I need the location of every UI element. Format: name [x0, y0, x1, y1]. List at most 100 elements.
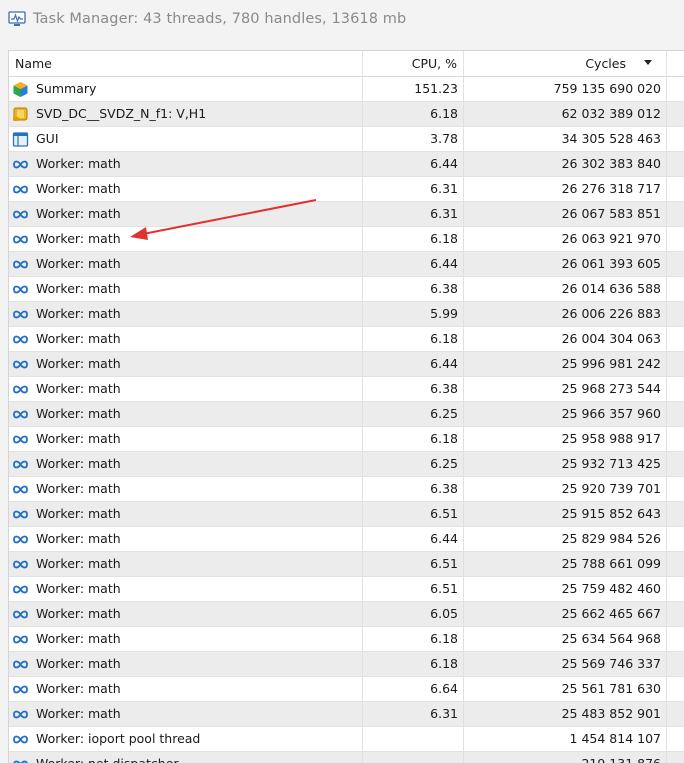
- cell-cycles: 25 996 981 242: [464, 352, 667, 376]
- table-row[interactable]: Worker: math 6.25 25 966 357 960: [9, 402, 684, 427]
- table-row[interactable]: Worker: math 6.51 25 788 661 099: [9, 552, 684, 577]
- table-row[interactable]: Worker: math 6.44 25 829 984 526: [9, 527, 684, 552]
- cell-overflow: [667, 102, 684, 126]
- table-row[interactable]: Worker: math 6.44 26 302 383 840: [9, 152, 684, 177]
- table-row[interactable]: GUI 3.78 34 305 528 463: [9, 127, 684, 152]
- cell-cycles: 25 634 564 968: [464, 627, 667, 651]
- table-row[interactable]: Worker: math 6.31 25 483 852 901: [9, 702, 684, 727]
- table-row[interactable]: Worker: math 6.38 25 920 739 701: [9, 477, 684, 502]
- cell-overflow: [667, 302, 684, 326]
- cell-cycles: 25 759 482 460: [464, 577, 667, 601]
- table-row[interactable]: Worker: math 6.31 26 067 583 851: [9, 202, 684, 227]
- cell-cycles: 25 958 988 917: [464, 427, 667, 451]
- table-row[interactable]: Worker: math 6.44 25 996 981 242: [9, 352, 684, 377]
- cell-name: Worker: math: [9, 452, 363, 476]
- table-row[interactable]: Worker: math 6.18 25 634 564 968: [9, 627, 684, 652]
- cell-cpu: 6.31: [363, 202, 464, 226]
- table-row[interactable]: Worker: math 6.25 25 932 713 425: [9, 452, 684, 477]
- infinity-icon: [12, 581, 29, 598]
- thread-name: Worker: math: [36, 481, 121, 496]
- table-row[interactable]: Worker: math 6.18 25 958 988 917: [9, 427, 684, 452]
- cell-overflow: [667, 252, 684, 276]
- thread-name: Worker: math: [36, 431, 121, 446]
- column-header-name[interactable]: Name: [9, 51, 363, 76]
- table-row[interactable]: Worker: math 6.38 26 014 636 588: [9, 277, 684, 302]
- cell-cycles: 25 483 852 901: [464, 702, 667, 726]
- infinity-icon: [12, 306, 29, 323]
- cell-name: Worker: math: [9, 552, 363, 576]
- cell-cycles: 1 454 814 107: [464, 727, 667, 751]
- cell-name: Worker: math: [9, 502, 363, 526]
- table-row[interactable]: Worker: math 5.99 26 006 226 883: [9, 302, 684, 327]
- cell-cpu: 6.31: [363, 702, 464, 726]
- cell-name: Worker: math: [9, 677, 363, 701]
- cell-overflow: [667, 477, 684, 501]
- cell-cycles: 26 014 636 588: [464, 277, 667, 301]
- column-header-cpu[interactable]: CPU, %: [363, 51, 464, 76]
- cell-cpu: 6.18: [363, 427, 464, 451]
- table-row[interactable]: Worker: math 6.31 26 276 318 717: [9, 177, 684, 202]
- cell-name: Worker: math: [9, 602, 363, 626]
- table-header: Name CPU, % Cycles: [9, 51, 684, 77]
- thread-name: Worker: net dispatcher: [36, 756, 179, 763]
- table-row[interactable]: Worker: net dispatcher 219 131 876: [9, 752, 684, 763]
- infinity-icon: [12, 181, 29, 198]
- thread-name: Worker: math: [36, 406, 121, 421]
- thread-name: Worker: math: [36, 281, 121, 296]
- thread-name: Worker: math: [36, 206, 121, 221]
- window-icon: [12, 131, 29, 148]
- table-row[interactable]: Worker: ioport pool thread 1 454 814 107: [9, 727, 684, 752]
- cell-cpu: 6.64: [363, 677, 464, 701]
- thread-name: Worker: math: [36, 306, 121, 321]
- table-row[interactable]: Worker: math 6.18 26 004 304 063: [9, 327, 684, 352]
- table-row[interactable]: Worker: math 6.64 25 561 781 630: [9, 677, 684, 702]
- infinity-icon: [12, 406, 29, 423]
- cell-cycles: 25 561 781 630: [464, 677, 667, 701]
- cell-cpu: 6.25: [363, 402, 464, 426]
- cell-cpu: 6.38: [363, 277, 464, 301]
- cell-name: Worker: math: [9, 702, 363, 726]
- table-row[interactable]: Worker: math 6.44 26 061 393 605: [9, 252, 684, 277]
- cell-name: Worker: math: [9, 327, 363, 351]
- table-row[interactable]: Worker: math 6.51 25 915 852 643: [9, 502, 684, 527]
- cell-name: GUI: [9, 127, 363, 151]
- table-row[interactable]: Worker: math 6.38 25 968 273 544: [9, 377, 684, 402]
- thread-name: Worker: math: [36, 381, 121, 396]
- cell-name: SVD_DC__SVDZ_N_f1: V,H1: [9, 102, 363, 126]
- table-row[interactable]: Worker: math 6.05 25 662 465 667: [9, 602, 684, 627]
- cell-overflow: [667, 502, 684, 526]
- cell-cpu: 6.31: [363, 177, 464, 201]
- cell-name: Worker: math: [9, 427, 363, 451]
- cell-cpu: 6.38: [363, 377, 464, 401]
- cell-cpu: 6.18: [363, 652, 464, 676]
- cell-overflow: [667, 402, 684, 426]
- cell-cpu: 6.44: [363, 252, 464, 276]
- infinity-icon: [12, 731, 29, 748]
- cell-cpu: 6.18: [363, 227, 464, 251]
- cell-overflow: [667, 152, 684, 176]
- thread-table[interactable]: Name CPU, % Cycles Summary 151.23 759 135 …: [8, 50, 684, 763]
- table-row[interactable]: SVD_DC__SVDZ_N_f1: V,H1 6.18 62 032 389 01…: [9, 102, 684, 127]
- table-row[interactable]: Worker: math 6.18 25 569 746 337: [9, 652, 684, 677]
- column-header-cycles[interactable]: Cycles: [464, 51, 667, 76]
- cell-overflow: [667, 652, 684, 676]
- infinity-icon: [12, 606, 29, 623]
- table-row[interactable]: Worker: math 6.51 25 759 482 460: [9, 577, 684, 602]
- thread-name: Worker: math: [36, 706, 121, 721]
- table-row[interactable]: Worker: math 6.18 26 063 921 970: [9, 227, 684, 252]
- cell-overflow: [667, 177, 684, 201]
- cell-name: Worker: math: [9, 577, 363, 601]
- thread-name: Worker: math: [36, 331, 121, 346]
- cell-cpu: 6.44: [363, 527, 464, 551]
- cell-overflow: [667, 702, 684, 726]
- infinity-icon: [12, 681, 29, 698]
- cell-cpu: 6.51: [363, 577, 464, 601]
- cell-name: Worker: math: [9, 627, 363, 651]
- thread-name: Worker: math: [36, 631, 121, 646]
- cell-name: Worker: math: [9, 652, 363, 676]
- cell-cycles: 25 920 739 701: [464, 477, 667, 501]
- cell-cycles: 26 061 393 605: [464, 252, 667, 276]
- cell-name: Worker: math: [9, 352, 363, 376]
- table-row[interactable]: Summary 151.23 759 135 690 020: [9, 77, 684, 102]
- infinity-icon: [12, 356, 29, 373]
